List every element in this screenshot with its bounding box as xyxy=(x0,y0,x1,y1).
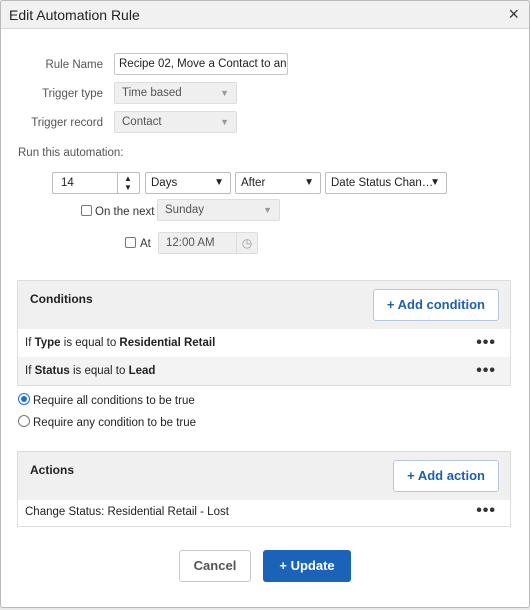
amount-stepper[interactable]: 14 ▲ ▼ xyxy=(52,172,140,194)
require-all-radio[interactable] xyxy=(18,393,30,405)
close-icon[interactable]: × xyxy=(508,4,519,24)
unit-value: Days xyxy=(151,177,178,189)
direction-value: After xyxy=(241,177,266,189)
add-condition-button[interactable]: + Add condition xyxy=(372,289,499,321)
update-button[interactable]: + Update xyxy=(263,550,351,582)
on-next-checkbox[interactable] xyxy=(81,205,92,216)
require-any-radio[interactable] xyxy=(18,415,30,427)
rule-name-input[interactable]: Recipe 02, Move a Contact to anothe xyxy=(114,53,288,75)
condition-row: If Type is equal to Residential Retail •… xyxy=(18,329,510,357)
condition-prefix: If xyxy=(25,365,35,377)
add-action-button[interactable]: + Add action xyxy=(393,460,499,492)
condition-value: Residential Retail xyxy=(119,337,216,349)
more-dots-icon[interactable]: ••• xyxy=(476,329,496,357)
require-all-label: Require all conditions to be true xyxy=(33,395,195,407)
weekday-value: Sunday xyxy=(165,204,205,216)
action-text: Change Status: Residential Retail - Lost xyxy=(25,506,229,518)
trigger-type-label: Trigger type xyxy=(42,88,103,100)
trigger-record-value: Contact xyxy=(122,116,162,128)
time-input: 12:00 AM ◷ xyxy=(158,232,258,254)
caret-down-icon: ▼ xyxy=(304,177,314,188)
condition-field: Type xyxy=(34,337,61,349)
trigger-record-label: Trigger record xyxy=(31,117,103,129)
caret-down-icon: ▼ xyxy=(220,117,229,127)
at-checkbox[interactable] xyxy=(125,237,136,248)
condition-prefix: If xyxy=(25,337,35,349)
date-field-value: Date Status Chan… xyxy=(331,177,434,189)
action-row: Change Status: Residential Retail - Lost… xyxy=(18,500,510,526)
caret-down-icon: ▼ xyxy=(263,205,272,215)
more-dots-icon[interactable]: ••• xyxy=(476,357,496,385)
clock-icon: ◷ xyxy=(236,233,257,253)
conditions-panel: Conditions + Add condition If Type is eq… xyxy=(17,280,511,386)
on-next-label: On the next xyxy=(95,206,155,218)
unit-select[interactable]: Days ▼ xyxy=(145,172,231,194)
time-value: 12:00 AM xyxy=(166,237,215,249)
condition-operator: is equal to xyxy=(60,337,120,349)
at-label: At xyxy=(140,238,151,250)
condition-operator: is equal to xyxy=(69,365,129,377)
conditions-title: Conditions xyxy=(30,292,93,306)
caret-down-icon: ▼ xyxy=(214,177,224,188)
require-any-label: Require any condition to be true xyxy=(33,417,197,429)
increment-icon[interactable]: ▲ xyxy=(124,174,132,183)
caret-down-icon: ▼ xyxy=(220,88,229,98)
condition-field: Status xyxy=(34,365,70,377)
weekday-select: Sunday ▼ xyxy=(157,199,280,221)
decrement-icon[interactable]: ▼ xyxy=(124,183,132,192)
condition-value: Lead xyxy=(128,365,156,377)
more-dots-icon[interactable]: ••• xyxy=(476,499,496,523)
actions-header: Actions + Add action xyxy=(18,452,510,500)
cancel-button[interactable]: Cancel xyxy=(179,550,251,582)
run-automation-label: Run this automation: xyxy=(18,147,124,159)
actions-title: Actions xyxy=(30,463,75,477)
dialog-titlebar: Edit Automation Rule × xyxy=(1,1,529,29)
direction-select[interactable]: After ▼ xyxy=(235,172,321,194)
caret-down-icon: ▼ xyxy=(430,177,440,188)
conditions-header: Conditions + Add condition xyxy=(18,281,510,329)
condition-row: If Status is equal to Lead ••• xyxy=(18,357,510,385)
rule-name-label: Rule Name xyxy=(45,59,103,71)
trigger-record-select: Contact ▼ xyxy=(114,111,237,133)
amount-input[interactable]: 14 xyxy=(52,172,118,194)
dialog-title: Edit Automation Rule xyxy=(9,7,140,23)
stepper-arrows[interactable]: ▲ ▼ xyxy=(118,172,140,194)
trigger-type-value: Time based xyxy=(122,87,182,99)
edit-automation-dialog: Edit Automation Rule × Rule Name Recipe … xyxy=(0,0,530,608)
date-field-select[interactable]: Date Status Chan… ▼ xyxy=(325,172,447,194)
actions-panel: Actions + Add action Change Status: Resi… xyxy=(17,451,511,527)
trigger-type-select: Time based ▼ xyxy=(114,82,237,104)
